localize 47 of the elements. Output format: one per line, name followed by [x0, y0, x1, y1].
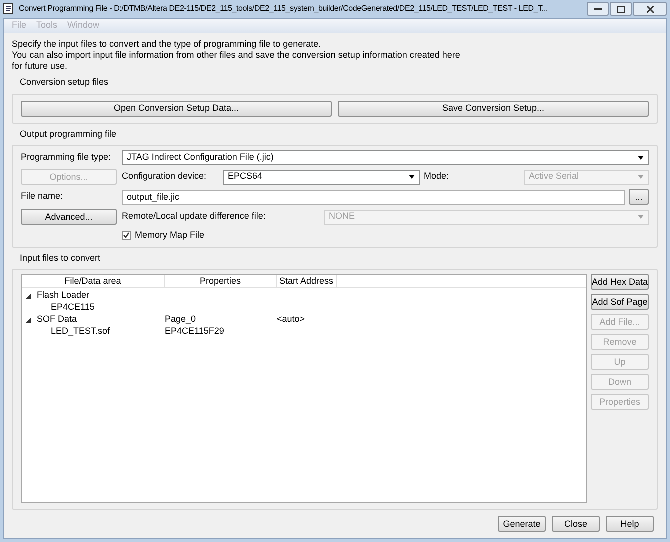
instruction-text: Specify the input files to convert and the type of programming file to generate.: [12, 39, 322, 50]
field-label: Remote/Local update difference file:: [122, 210, 267, 224]
restore-button[interactable]: [610, 2, 632, 16]
tree-item[interactable]: EP4CE115: [51, 302, 95, 312]
dropdown-arrow-icon: [638, 156, 644, 160]
tree-item[interactable]: LED_TEST.sof: [51, 326, 110, 336]
help-button[interactable]: Help: [606, 516, 654, 532]
side-button[interactable]: Add Sof Page: [591, 294, 649, 310]
device-dropdown[interactable]: EPCS64: [223, 170, 420, 184]
app-icon: [3, 3, 15, 15]
checkbox-label: Memory Map File: [135, 229, 205, 242]
save-setup-button[interactable]: Save Conversion Setup...: [338, 100, 649, 116]
group-title: Input files to convert: [20, 252, 102, 265]
expanded-arrow-icon[interactable]: [26, 318, 31, 322]
window-title: Convert Programming File - D:/DTMB/Altera DE2-115/DE2_115_tools/DE2_115_system_builder/CodeGenerated/DE2_115/LED_TEST/LED_TEST - LED_T...: [19, 3, 550, 15]
tree-item[interactable]: Flash Loader: [37, 289, 90, 303]
tree-item[interactable]: SOF Data: [37, 313, 78, 327]
group-title: Output programming file: [20, 128, 118, 141]
open-setup-button[interactable]: Open Conversion Setup Data...: [21, 100, 332, 116]
field-label: Programming file type:: [21, 150, 112, 164]
column-header[interactable]: Properties: [165, 275, 277, 287]
close-icon: [646, 6, 654, 12]
side-button[interactable]: Add Hex Data: [591, 274, 649, 290]
advanced-button[interactable]: Advanced...: [21, 209, 117, 225]
table-cell: <auto>: [277, 314, 306, 324]
expanded-arrow-icon[interactable]: [26, 294, 31, 298]
table-cell: EP4CE115F29: [165, 326, 224, 336]
dropdown-arrow-icon: [638, 175, 644, 179]
browse-button[interactable]: ...: [629, 189, 649, 205]
field-label: Mode:: [424, 170, 450, 184]
close-button[interactable]: [633, 2, 667, 16]
dropdown-arrow-icon: [638, 215, 644, 219]
table-cell: Page_0: [165, 314, 196, 324]
checkbox[interactable]: [122, 231, 131, 240]
group-title: Conversion setup files: [20, 76, 110, 89]
instruction-text: You can also import input file information from other files and save the conversion setup information created here for future use.: [12, 50, 462, 72]
column-header[interactable]: Start Address: [277, 275, 337, 287]
generate-button[interactable]: Generate: [498, 516, 546, 532]
file-type-dropdown[interactable]: JTAG Indirect Configuration File (.jic): [122, 150, 649, 165]
column-header[interactable]: File/Data area: [22, 275, 165, 287]
dropdown-arrow-icon: [409, 175, 415, 179]
close-dialog-button[interactable]: Close: [552, 516, 600, 532]
minimize-button[interactable]: [587, 2, 609, 16]
field-label: File name:: [21, 190, 64, 204]
check-icon: [123, 232, 130, 240]
field-label: Configuration device:: [122, 170, 208, 184]
file-name-field[interactable]: output_file.jic: [122, 190, 625, 204]
